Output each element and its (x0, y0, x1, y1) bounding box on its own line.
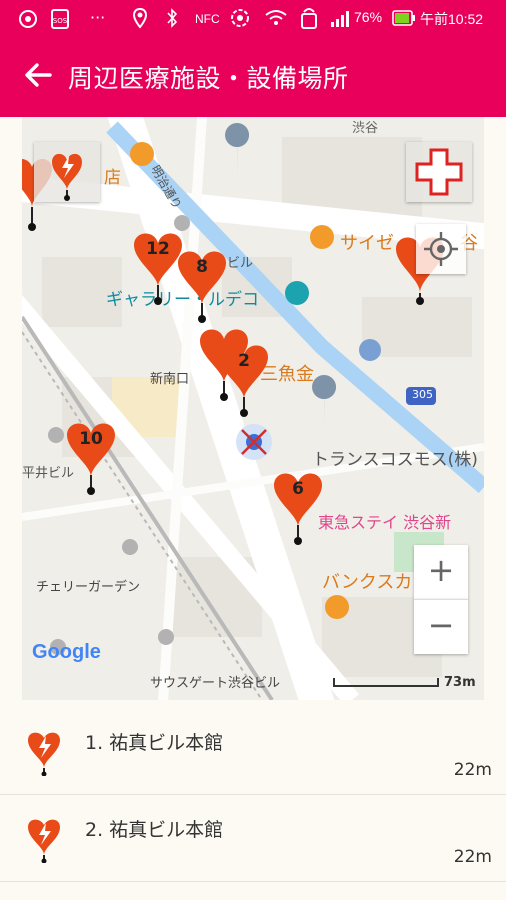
crosshair-icon (424, 232, 458, 266)
map-label-trans: トランスコスモス(株) (312, 450, 478, 470)
map-label-shop: 店 (104, 168, 121, 188)
signal-icon (331, 11, 349, 27)
zoom-in-button[interactable]: + (414, 545, 468, 599)
battery-icon (392, 10, 415, 26)
map-label-cherry: チェリーガーデン (36, 580, 141, 595)
facility-name: 1. 祐真ビル本館 (85, 732, 224, 754)
aed-marker-label: 6 (292, 479, 304, 499)
data-icon (301, 8, 317, 29)
battery-percent: 76% (354, 9, 383, 25)
facility-list: 1. 祐真ビル本館 22m 2. 祐真ビル本館 22m (0, 708, 506, 882)
aed-marker-10[interactable]: 10 (65, 417, 117, 497)
map-scale-label: 73m (444, 675, 476, 690)
list-item[interactable]: 2. 祐真ビル本館 22m (0, 795, 506, 882)
aed-heart-icon (52, 153, 82, 201)
zoom-in-label: + (427, 551, 455, 589)
page-title: 周辺医療施設・設備場所 (68, 64, 349, 93)
red-cross-icon (415, 148, 463, 196)
facility-distance: 22m (453, 760, 492, 780)
map-label-bill: ビル (227, 256, 254, 271)
aed-marker-6[interactable]: 6 (272, 467, 324, 547)
map-label-bancs: バンクスカ (322, 572, 413, 593)
aed-marker-label: 10 (79, 429, 103, 449)
svg-text:SOS: SOS (53, 17, 68, 25)
aed-heart-icon (28, 732, 60, 776)
app-bar: 周辺医療施設・設備場所 (0, 37, 506, 117)
hospital-filter-button[interactable] (406, 142, 472, 202)
status-bar: SOS ··· NFC 76% 午前10:52 (0, 0, 506, 37)
sos-icon: SOS (51, 9, 69, 29)
aed-marker-label: 8 (196, 257, 208, 277)
map-label-route: 305 (412, 388, 433, 401)
map-label-tokyu: 東急ステイ 渋谷新 (318, 513, 452, 532)
wifi-icon (265, 10, 287, 25)
chrome-icon (19, 10, 37, 28)
aed-marker-2[interactable]: 2 (218, 339, 270, 419)
back-arrow-icon[interactable] (20, 57, 56, 93)
map-label-shinminamiguchi: 新南口 (150, 372, 190, 387)
my-location-button[interactable] (416, 224, 466, 274)
aed-marker-8[interactable]: 8 (176, 245, 228, 325)
clock: 午前10:52 (420, 11, 484, 27)
aed-heart-icon (28, 819, 60, 863)
list-item[interactable]: 1. 祐真ビル本館 22m (0, 708, 506, 795)
aed-filter-button[interactable] (34, 142, 100, 202)
map-label-saize: サイゼ (340, 233, 394, 254)
map-label-southgate: サウスゲート渋谷ビル (150, 676, 281, 691)
sync-icon (231, 9, 249, 27)
aed-marker-label: 2 (238, 351, 250, 371)
map-label-station: 渋谷 (352, 121, 379, 136)
location-icon (132, 7, 148, 29)
nfc-label: NFC (195, 12, 220, 26)
google-logo: Google (32, 641, 101, 663)
zoom-out-button[interactable]: − (414, 599, 468, 654)
more-icon: ··· (90, 8, 106, 27)
facility-name: 2. 祐真ビル本館 (85, 819, 224, 841)
bluetooth-icon (167, 8, 178, 28)
zoom-out-label: − (427, 606, 455, 644)
map-view[interactable]: 渋谷 店 明治通り ビル サイゼ 谷 ギャラリー・ルデコ 三魚金 新南口 305… (22, 117, 484, 700)
facility-distance: 22m (453, 847, 492, 867)
